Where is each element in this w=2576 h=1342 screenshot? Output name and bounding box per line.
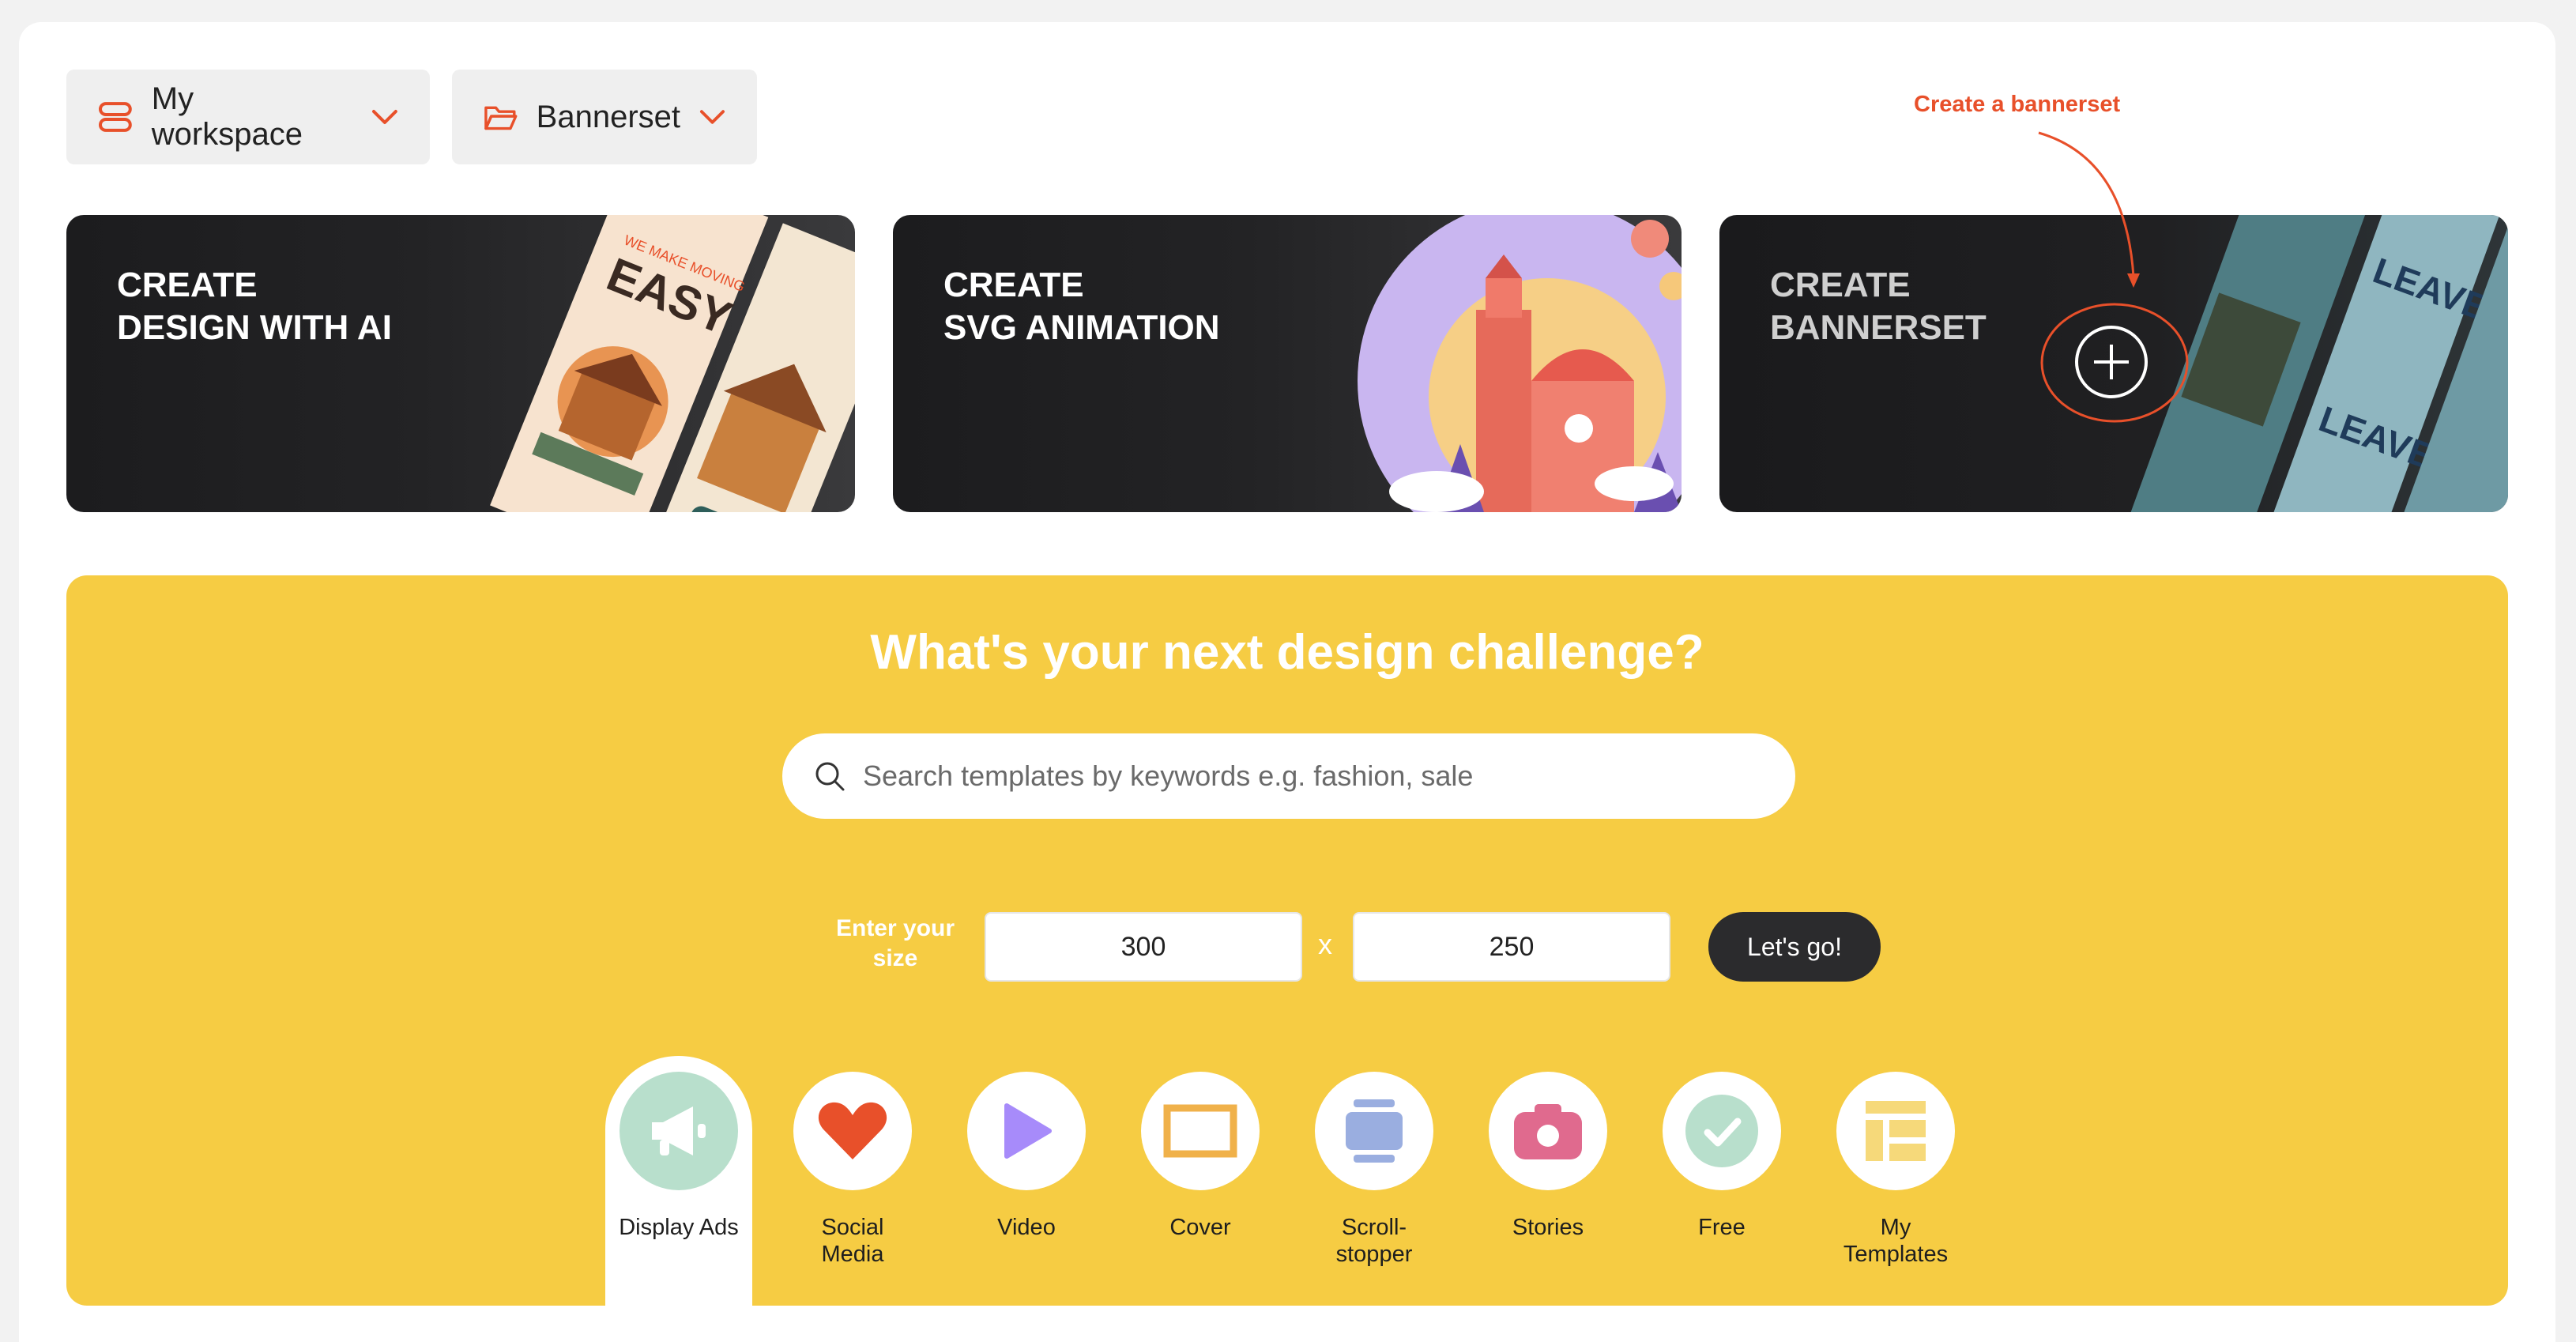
camera-icon — [1514, 1104, 1582, 1159]
category-circle — [1663, 1072, 1781, 1190]
lets-go-button[interactable]: Let's go! — [1708, 912, 1881, 982]
category-circle — [620, 1072, 738, 1190]
size-label: Enter your size — [814, 914, 977, 974]
category-label: Video — [997, 1215, 1056, 1240]
category-free[interactable]: Free — [1635, 1072, 1809, 1241]
category-cover[interactable]: Cover — [1113, 1072, 1287, 1241]
chevron-down-icon — [372, 110, 397, 124]
megaphone-icon — [652, 1106, 706, 1155]
cover-icon — [1163, 1104, 1237, 1158]
annotation-arrow — [2038, 131, 2140, 288]
category-stories[interactable]: Stories — [1461, 1072, 1635, 1241]
challenge-title: What's your next design challenge? — [870, 625, 1704, 680]
category-label: Display Ads — [619, 1215, 739, 1240]
layout-icon — [1866, 1101, 1926, 1161]
search-input[interactable] — [863, 760, 1764, 793]
category-scroll-stopper[interactable]: Scroll-stopper — [1287, 1072, 1461, 1268]
category-circle — [1836, 1072, 1955, 1190]
category-my-templates[interactable]: My Templates — [1809, 1072, 1983, 1268]
category-label: Scroll-stopper — [1335, 1215, 1413, 1267]
annotation-ellipse — [2040, 303, 2189, 423]
workspace-label: My workspace — [151, 81, 303, 152]
heart-icon — [818, 1102, 887, 1159]
category-label: Social Media — [821, 1215, 884, 1267]
template-search-bar[interactable] — [782, 733, 1795, 819]
category-label: Cover — [1169, 1215, 1231, 1240]
category-display-ads[interactable]: Display Ads — [592, 1072, 766, 1241]
category-label: Free — [1698, 1215, 1746, 1240]
category-social-media[interactable]: Social Media — [766, 1072, 940, 1268]
size-label-line2: size — [872, 945, 918, 971]
category-circle — [1141, 1072, 1260, 1190]
workspace-stack-icon — [98, 102, 132, 132]
category-circle — [793, 1072, 912, 1190]
size-label-line1: Enter your — [835, 915, 955, 941]
search-icon — [815, 762, 845, 791]
check-icon — [1685, 1095, 1758, 1167]
create-design-with-ai-card[interactable]: CREATE DESIGN WITH AI EASY WE MAKE MOVIN… — [66, 215, 855, 512]
bannerset-label: Bannerset — [536, 99, 681, 134]
design-challenge-section: What's your next design challenge? Enter… — [66, 575, 2508, 1306]
folder-icon — [484, 106, 518, 130]
workspace-dropdown[interactable]: My workspace — [66, 70, 430, 164]
category-circle — [1315, 1072, 1433, 1190]
scroll-stopper-icon — [1346, 1099, 1403, 1163]
chevron-down-icon — [699, 110, 725, 124]
bannerset-dropdown[interactable]: Bannerset — [452, 70, 757, 164]
size-separator: x — [1318, 928, 1332, 960]
category-video[interactable]: Video — [940, 1072, 1113, 1241]
card-title-line2: SVG ANIMATION — [943, 308, 1220, 347]
create-svg-animation-card[interactable]: CREATE SVG ANIMATION — [893, 215, 1682, 512]
height-input[interactable] — [1353, 912, 1670, 982]
city-illustration — [1358, 215, 1682, 512]
category-circle — [1489, 1072, 1607, 1190]
card-title-line1: CREATE — [943, 266, 1084, 304]
play-icon — [1004, 1103, 1052, 1159]
annotation-label: Create a bannerset — [1914, 92, 2121, 117]
width-input[interactable] — [985, 912, 1302, 982]
card-title: CREATE SVG ANIMATION — [943, 264, 1354, 349]
category-label: Stories — [1512, 1215, 1584, 1240]
category-label: My Templates — [1843, 1215, 1949, 1267]
ai-banners-illustration: EASY WE MAKE MOVING — [490, 215, 855, 512]
category-circle — [967, 1072, 1086, 1190]
